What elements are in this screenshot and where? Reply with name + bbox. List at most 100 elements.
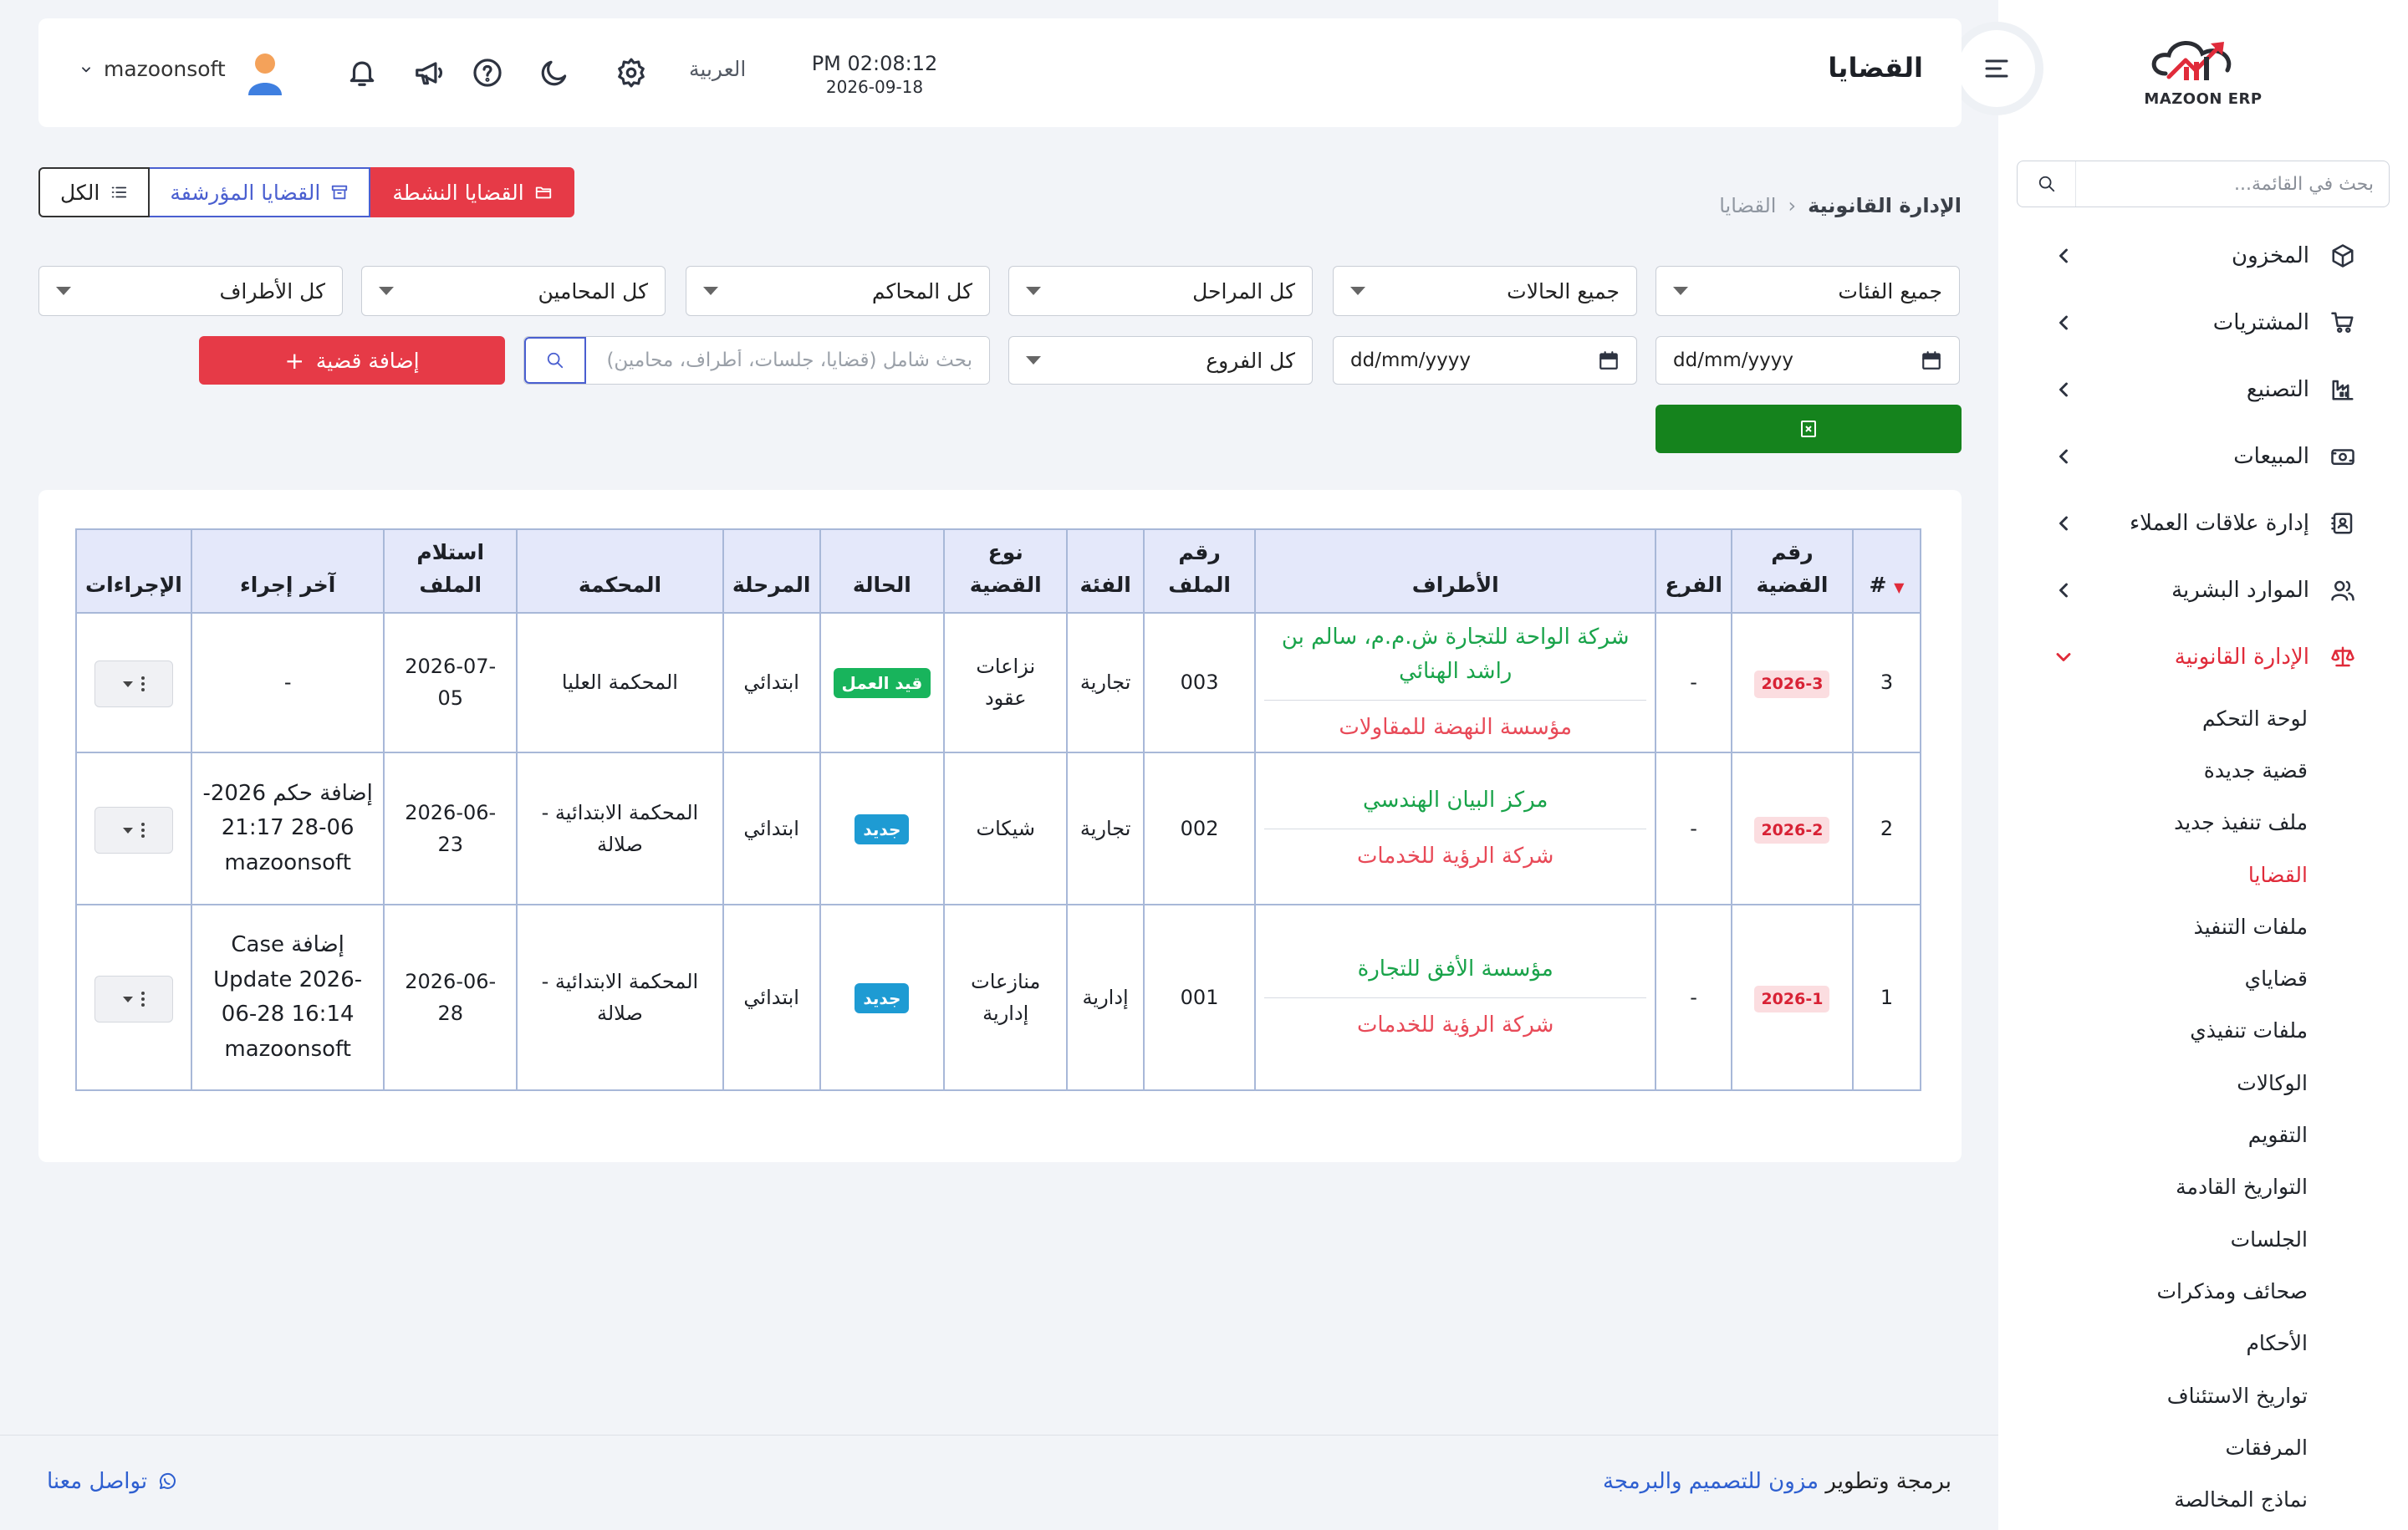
sidebar-sub-judgments[interactable]: الأحكام xyxy=(1998,1318,2408,1369)
sidebar-sub-clearance-forms[interactable]: نماذج المخالصة xyxy=(1998,1473,2408,1525)
col-last-action[interactable]: آخر إجراء xyxy=(190,528,385,614)
case-number-badge[interactable]: 2026-1 xyxy=(1754,986,1830,1013)
col-court[interactable]: المحكمة xyxy=(516,528,724,614)
cell-parties: شركة الواحة للتجارة ش.م.م، سالم بن راشد … xyxy=(1254,611,1657,754)
row-actions-button[interactable] xyxy=(94,660,173,708)
date-to-field[interactable]: dd/mm/yyyy xyxy=(1333,336,1637,385)
table-row[interactable]: 2 2026-2 - مركز البيان الهندسي شركة الرؤ… xyxy=(75,752,1922,906)
filter-stage[interactable]: كل المراحل xyxy=(1008,266,1313,316)
party-plaintiff[interactable]: شركة الواحة للتجارة ش.م.م، سالم بن راشد … xyxy=(1264,620,1647,701)
sidebar-search-input[interactable] xyxy=(2076,161,2389,207)
sort-desc-icon: ▼ xyxy=(1894,579,1905,595)
sidebar-item-legal[interactable]: الإدارة القانونية xyxy=(1998,624,2408,691)
row-actions-button[interactable] xyxy=(94,976,173,1023)
tab-archived[interactable]: القضايا المؤرشفة xyxy=(150,167,371,217)
search-button[interactable] xyxy=(524,337,586,384)
col-index[interactable]: ▼ # xyxy=(1851,528,1922,614)
row-actions-button[interactable] xyxy=(94,807,173,854)
factory-icon xyxy=(2328,375,2358,405)
col-stage[interactable]: المرحلة xyxy=(722,528,821,614)
add-case-button[interactable]: إضافة قضية + xyxy=(199,336,505,385)
col-status[interactable]: الحالة xyxy=(819,528,946,614)
tab-all[interactable]: الكل xyxy=(38,167,150,217)
sidebar-item-inventory[interactable]: المخزون xyxy=(1998,222,2408,289)
sidebar-item-hr[interactable]: الموارد البشرية xyxy=(1998,557,2408,624)
sidebar-sub-power-of-attorney[interactable]: الوكالات xyxy=(1998,1057,2408,1109)
menu-toggle-button[interactable] xyxy=(1958,30,2035,107)
cell-file-no: 003 xyxy=(1143,611,1257,754)
sidebar-sub-execution-files[interactable]: ملفات التنفيذ xyxy=(1998,900,2408,952)
filter-branch[interactable]: كل الفروع xyxy=(1008,336,1313,385)
sidebar-sub-cases[interactable]: القضايا xyxy=(1998,849,2408,900)
sidebar-item-sales[interactable]: المبيعات xyxy=(1998,423,2408,490)
cell-file-no: 001 xyxy=(1143,904,1257,1092)
caret-down-icon xyxy=(122,996,133,1002)
col-case-type[interactable]: نوع القضية xyxy=(943,528,1069,614)
sidebar-sub-pleadings[interactable]: صحائف ومذكرات xyxy=(1998,1265,2408,1317)
sidebar-sub-new-execution-file[interactable]: ملف تنفيذ جديد xyxy=(1998,797,2408,849)
breadcrumb-parent[interactable]: الإدارة القانونية xyxy=(1808,194,1962,217)
cell-actions xyxy=(75,752,192,906)
contacts-icon xyxy=(2328,508,2358,538)
sidebar-item-purchases[interactable]: المشتريات xyxy=(1998,289,2408,356)
case-number-badge[interactable]: 2026-3 xyxy=(1754,671,1830,698)
help-icon[interactable] xyxy=(468,54,507,92)
sidebar-sub-attachments[interactable]: المرفقات xyxy=(1998,1421,2408,1473)
cell-case-no: 2026-2 xyxy=(1730,752,1854,906)
search-icon[interactable] xyxy=(2018,161,2076,207)
footer-company-link[interactable]: مزون للتصميم والبرمجة xyxy=(1603,1469,1819,1494)
case-number-badge[interactable]: 2026-2 xyxy=(1754,817,1830,844)
party-defendant[interactable]: شركة الرؤية للخدمات xyxy=(1264,829,1646,875)
chevron-left-icon xyxy=(2059,449,2068,464)
cell-index: 1 xyxy=(1851,904,1922,1092)
col-received[interactable]: استلام الملف xyxy=(383,528,518,614)
filter-lawyer[interactable]: كل المحامين xyxy=(361,266,666,316)
col-case-no[interactable]: رقم القضية xyxy=(1730,528,1854,614)
table-row[interactable]: 1 2026-1 - مؤسسة الأفق للتجارة شركة الرؤ… xyxy=(75,904,1922,1092)
contact-link[interactable]: تواصل معنا xyxy=(47,1469,177,1494)
col-category[interactable]: الفئة xyxy=(1066,528,1145,614)
calendar-icon[interactable] xyxy=(1598,349,1620,371)
search-icon xyxy=(547,352,564,369)
user-menu[interactable]: mazoonsoft xyxy=(80,57,226,81)
cell-category: إدارية xyxy=(1066,904,1145,1092)
party-plaintiff[interactable]: مركز البيان الهندسي xyxy=(1264,783,1647,829)
more-vertical-icon xyxy=(140,676,145,692)
party-defendant[interactable]: شركة الرؤية للخدمات xyxy=(1264,998,1646,1043)
filter-category[interactable]: جميع الفئات xyxy=(1656,266,1960,316)
avatar[interactable] xyxy=(244,50,286,95)
megaphone-icon[interactable] xyxy=(410,54,448,92)
settings-icon[interactable] xyxy=(612,54,650,92)
bell-icon[interactable] xyxy=(343,54,381,92)
cell-parties: مركز البيان الهندسي شركة الرؤية للخدمات xyxy=(1254,752,1657,906)
sidebar-sub-new-case[interactable]: قضية جديدة xyxy=(1998,744,2408,796)
language-switch[interactable]: العربية xyxy=(689,57,746,81)
party-plaintiff[interactable]: مؤسسة الأفق للتجارة xyxy=(1264,952,1647,998)
col-file-no[interactable]: رقم الملف xyxy=(1143,528,1257,614)
date-from-field[interactable]: dd/mm/yyyy xyxy=(1656,336,1960,385)
table-row[interactable]: 3 2026-3 - شركة الواحة للتجارة ش.م.م، سا… xyxy=(75,611,1922,754)
filter-court[interactable]: كل المحاكم xyxy=(686,266,990,316)
col-parties[interactable]: الأطراف xyxy=(1254,528,1657,614)
app-logo[interactable]: MAZOON ERP xyxy=(2140,33,2266,117)
tab-active[interactable]: القضايا النشطة xyxy=(370,167,574,217)
calendar-icon[interactable] xyxy=(1921,349,1942,371)
sidebar-item-manufacturing[interactable]: التصنيع xyxy=(1998,356,2408,423)
sidebar-sub-dashboard[interactable]: لوحة التحكم xyxy=(1998,692,2408,744)
filter-party[interactable]: كل الأطراف xyxy=(38,266,343,316)
global-search-input[interactable] xyxy=(586,337,989,384)
party-defendant[interactable]: مؤسسة النهضة للمقاولات xyxy=(1264,701,1646,746)
col-branch[interactable]: الفرع xyxy=(1655,528,1732,614)
cell-case-type: نزاعات عقود xyxy=(943,611,1069,754)
sidebar-sub-calendar[interactable]: التقويم xyxy=(1998,1109,2408,1160)
sidebar-item-crm[interactable]: إدارة علاقات العملاء xyxy=(1998,490,2408,557)
sidebar-sub-upcoming-dates[interactable]: التواريخ القادمة xyxy=(1998,1161,2408,1213)
cell-stage: ابتدائي xyxy=(722,611,821,754)
dark-mode-icon[interactable] xyxy=(535,54,574,92)
sidebar-sub-appeal-dates[interactable]: تواريخ الاستئناف xyxy=(1998,1369,2408,1421)
sidebar-sub-my-execution-files[interactable]: ملفات تنفيذي xyxy=(1998,1005,2408,1057)
sidebar-sub-my-cases[interactable]: قضاياي xyxy=(1998,952,2408,1004)
sidebar-sub-sessions[interactable]: الجلسات xyxy=(1998,1213,2408,1265)
filter-status[interactable]: جميع الحالات xyxy=(1333,266,1637,316)
export-excel-button[interactable] xyxy=(1656,405,1962,453)
